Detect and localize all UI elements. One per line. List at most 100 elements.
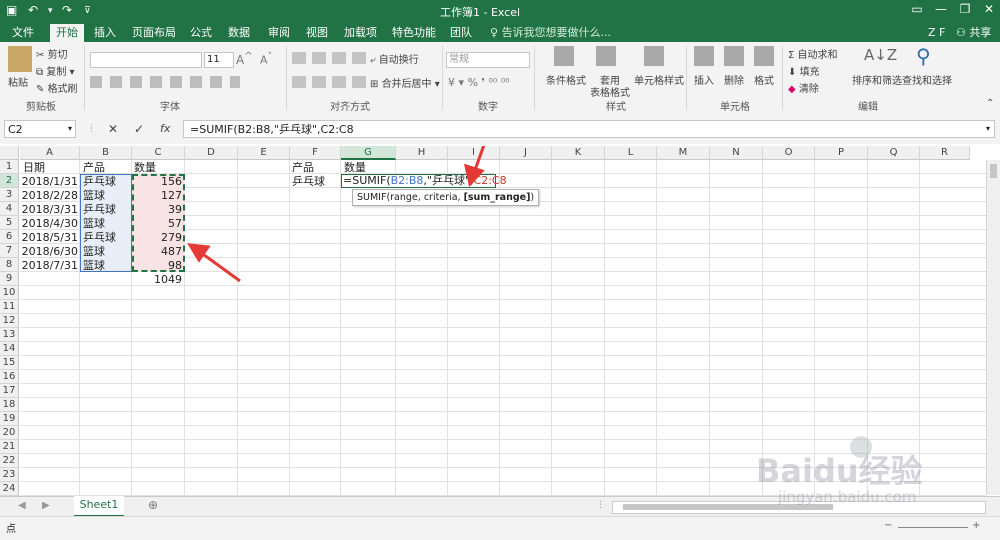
scroll-left-icon[interactable]: ◀: [18, 500, 26, 511]
format-painter-label: 格式刷: [47, 84, 78, 95]
tab-file[interactable]: 文件: [6, 24, 40, 42]
tab-page-layout[interactable]: 页面布局: [126, 24, 182, 42]
restore-icon[interactable]: ❐: [952, 2, 978, 16]
scroll-right-icon[interactable]: ▶: [42, 500, 50, 511]
insert-cells-button[interactable]: 插入: [694, 72, 714, 87]
conditional-format-button[interactable]: 条件格式: [546, 72, 586, 87]
zoom-slider[interactable]: [898, 527, 968, 528]
save-icon[interactable]: ▣: [6, 3, 17, 17]
product-cell: 篮球: [83, 245, 105, 258]
format-as-table-label-2[interactable]: 表格格式: [590, 84, 630, 99]
copy-button[interactable]: ⧉ 复制 ▾: [36, 63, 75, 78]
group-font: 字体: [160, 102, 180, 113]
merge-center-button[interactable]: ⊞ 合并后居中 ▾: [370, 75, 440, 90]
format-painter-button[interactable]: ✎ 格式刷: [36, 80, 78, 95]
find-select-button[interactable]: 查找和选择: [902, 72, 952, 87]
formula-input[interactable]: =SUMIF(B2:B8,"乒乓球",C2:C8: [183, 120, 995, 138]
zoom-plus-icon[interactable]: +: [972, 520, 980, 531]
group-editing: 编辑: [858, 102, 878, 113]
tab-view[interactable]: 视图: [300, 24, 334, 42]
format-as-table-icon[interactable]: [596, 46, 616, 66]
insert-cells-icon[interactable]: [694, 46, 714, 66]
header-product: 产品: [83, 161, 105, 174]
tab-review[interactable]: 审阅: [262, 24, 296, 42]
tab-insert[interactable]: 插入: [88, 24, 122, 42]
minimize-icon[interactable]: —: [928, 2, 954, 16]
delete-cells-button[interactable]: 删除: [724, 72, 744, 87]
tab-formulas[interactable]: 公式: [184, 24, 218, 42]
window-title: 工作簿1 - Excel: [440, 6, 521, 19]
font-size-input[interactable]: 11: [204, 52, 234, 68]
share-button[interactable]: ⚇ 共享: [950, 24, 997, 42]
delete-cells-icon[interactable]: [724, 46, 744, 66]
insert-function-icon[interactable]: fx: [160, 122, 170, 135]
autosum-button[interactable]: Σ 自动求和: [788, 46, 838, 61]
product-cell: 篮球: [83, 217, 105, 230]
date-cell: 2018/4/30: [21, 217, 78, 230]
fill-button[interactable]: ⬇ 填充: [788, 63, 820, 78]
formula-in-cell[interactable]: =SUMIF(B2:B8,"乒乓球",C2:C8: [343, 174, 507, 188]
collapse-ribbon-icon[interactable]: ⌃: [986, 98, 994, 109]
add-sheet-icon[interactable]: ⊕: [148, 498, 158, 512]
criteria-value: 乒乓球: [292, 175, 325, 188]
person-icon: ⚇: [956, 26, 970, 39]
status-bar: 点 − +: [0, 516, 1000, 540]
cut-button[interactable]: ✂ 剪切: [36, 46, 68, 61]
tab-data[interactable]: 数据: [222, 24, 256, 42]
hscroll-thumb[interactable]: [623, 504, 833, 510]
grow-font-icon[interactable]: A^: [236, 51, 253, 67]
redo-icon[interactable]: ↷: [62, 3, 72, 17]
clear-button[interactable]: ◆ 清除: [788, 80, 819, 95]
ribbon-tabs: 文件 开始 插入 页面布局 公式 数据 审阅 视图 加载项 特色功能 团队 ♀ …: [0, 22, 1000, 42]
cell-styles-button[interactable]: 单元格样式: [634, 72, 684, 87]
format-cells-button[interactable]: 格式: [754, 72, 774, 87]
horizontal-scrollbar[interactable]: [612, 501, 986, 514]
number-format-buttons[interactable]: ¥ ▾ % ❜ ⁰⁰ ⁰⁰: [448, 76, 510, 89]
number-format-select[interactable]: 常规: [446, 52, 530, 68]
quantity-cell: 39: [168, 203, 182, 216]
zoom-minus-icon[interactable]: −: [884, 520, 892, 531]
shrink-font-icon[interactable]: A˅: [260, 51, 272, 67]
tooltip-close: ): [530, 192, 535, 203]
conditional-format-icon[interactable]: [554, 46, 574, 66]
wrap-text-button[interactable]: ⤶ 自动换行: [370, 51, 419, 66]
enter-icon[interactable]: ✓: [134, 122, 144, 136]
find-select-icon[interactable]: ⚲: [916, 44, 931, 68]
group-cells: 单元格: [720, 102, 750, 113]
cancel-icon[interactable]: ✕: [108, 122, 118, 136]
date-cell: 2018/1/31: [21, 175, 78, 188]
undo-icon[interactable]: ↶: [28, 3, 38, 17]
name-box-dropdown-icon[interactable]: ▾: [68, 124, 72, 133]
paste-button[interactable]: 粘贴: [8, 74, 28, 89]
tab-special-features[interactable]: 特色功能: [386, 24, 442, 42]
vertical-scrollbar[interactable]: [986, 160, 1000, 495]
sheet-tab[interactable]: Sheet1: [74, 496, 124, 517]
product-cell: 乒乓球: [83, 231, 116, 244]
header-quantity: 数量: [134, 161, 156, 174]
tell-me-search[interactable]: ♀ 告诉我您想要做什么...: [484, 24, 617, 42]
expand-formula-bar-icon[interactable]: ▾: [986, 124, 990, 133]
separator: [84, 46, 85, 110]
format-cells-icon[interactable]: [754, 46, 774, 66]
cell-styles-icon[interactable]: [644, 46, 664, 66]
font-style-buttons[interactable]: [90, 76, 240, 88]
horizontal-align-buttons[interactable]: [292, 76, 366, 88]
tab-team[interactable]: 团队: [444, 24, 478, 42]
sort-filter-button[interactable]: 排序和筛选: [852, 72, 902, 87]
tab-addins[interactable]: 加载项: [338, 24, 383, 42]
formula-range-c: C2:C8: [473, 174, 507, 187]
close-icon[interactable]: ✕: [976, 2, 1000, 16]
undo-dropdown-icon[interactable]: ▾: [48, 6, 53, 16]
paste-icon[interactable]: [8, 46, 32, 72]
font-name-input[interactable]: [90, 52, 202, 68]
ribbon-options-icon[interactable]: ▭: [904, 2, 930, 16]
customize-quick-access-icon[interactable]: ⊽: [84, 6, 91, 16]
total-cell: 1049: [154, 273, 182, 286]
user-name[interactable]: Z F: [922, 24, 951, 42]
sort-filter-icon[interactable]: A↓Z: [864, 46, 897, 64]
scroll-thumb[interactable]: [990, 164, 997, 178]
lightbulb-icon: ♀: [490, 26, 502, 39]
vertical-align-buttons[interactable]: [292, 52, 366, 64]
tab-home[interactable]: 开始: [50, 24, 84, 42]
name-box[interactable]: C2: [4, 120, 76, 138]
